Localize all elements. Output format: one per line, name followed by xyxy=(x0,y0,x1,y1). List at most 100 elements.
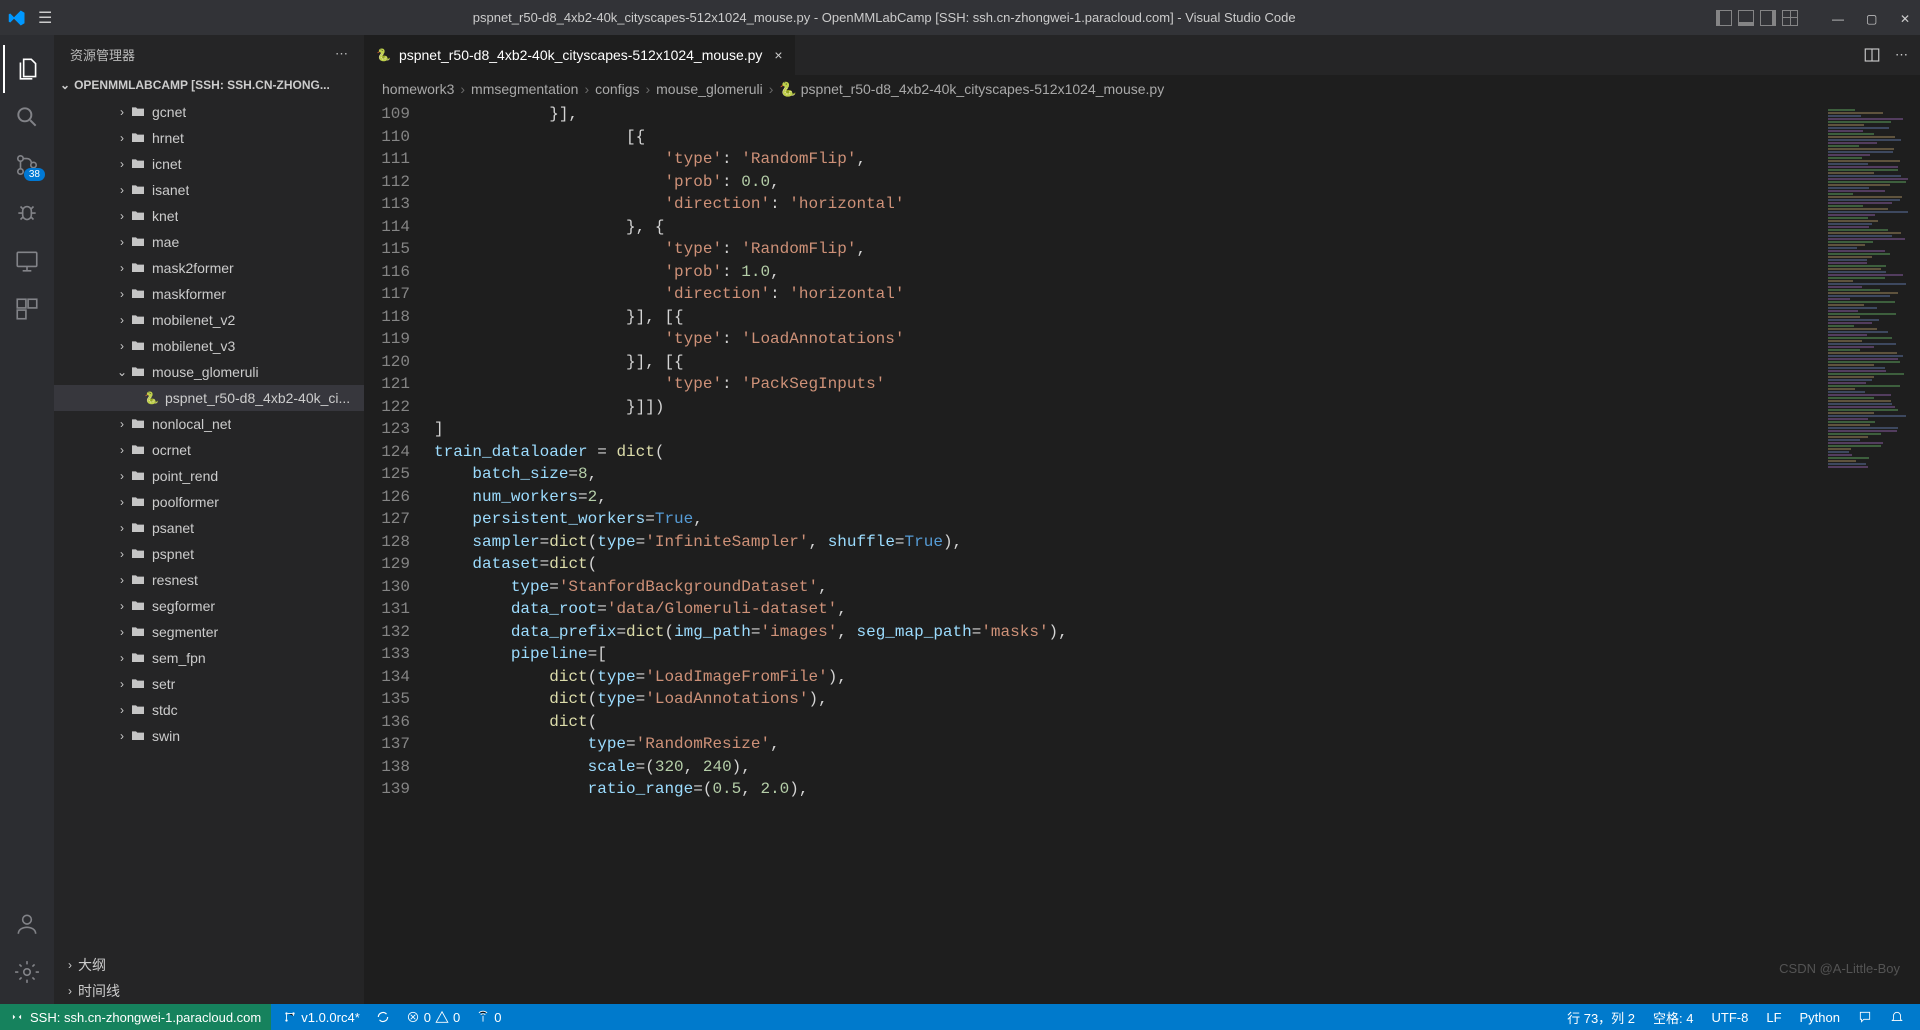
extensions-icon xyxy=(14,296,40,322)
panel-right-icon[interactable] xyxy=(1760,10,1776,26)
tree-label: pspnet xyxy=(152,546,194,562)
maximize-icon[interactable]: ▢ xyxy=(1866,12,1878,24)
tree-folder[interactable]: ›hrnet xyxy=(54,125,364,151)
activity-remote[interactable] xyxy=(3,237,51,285)
tree-folder[interactable]: ›knet xyxy=(54,203,364,229)
activity-search[interactable] xyxy=(3,93,51,141)
layout-controls[interactable] xyxy=(1716,10,1798,26)
folder-icon xyxy=(130,572,146,588)
close-icon[interactable]: ✕ xyxy=(1900,12,1912,24)
editor-tab[interactable]: 🐍 pspnet_r50-d8_4xb2-40k_cityscapes-512x… xyxy=(364,35,796,75)
tree-label: hrnet xyxy=(152,130,184,146)
outline-section[interactable]: › 大纲 xyxy=(54,952,364,978)
split-editor-icon[interactable] xyxy=(1863,46,1881,64)
breadcrumb[interactable]: homework3›mmsegmentation›configs›mouse_g… xyxy=(364,75,1920,103)
tree-folder[interactable]: ›maskformer xyxy=(54,281,364,307)
status-remote[interactable]: SSH: ssh.cn-zhongwei-1.paracloud.com xyxy=(0,1004,271,1030)
activity-settings[interactable] xyxy=(3,948,51,996)
sidebar-section[interactable]: ⌄ OPENMMLABCAMP [SSH: SSH.CN-ZHONG... xyxy=(54,73,364,97)
tree-folder[interactable]: ›nonlocal_net xyxy=(54,411,364,437)
tree-folder[interactable]: ›mobilenet_v3 xyxy=(54,333,364,359)
status-branch[interactable]: v1.0.0rc4* xyxy=(283,1010,360,1025)
status-eol[interactable]: LF xyxy=(1766,1010,1781,1025)
tree-folder[interactable]: ›mae xyxy=(54,229,364,255)
folder-icon xyxy=(130,208,146,224)
tree-file[interactable]: 🐍 pspnet_r50-d8_4xb2-40k_ci... xyxy=(54,385,364,411)
remote-label: SSH: ssh.cn-zhongwei-1.paracloud.com xyxy=(30,1010,261,1025)
tree-folder[interactable]: ⌄mouse_glomeruli xyxy=(54,359,364,385)
tree-label: point_rend xyxy=(152,468,218,484)
tree-folder[interactable]: ›mobilenet_v2 xyxy=(54,307,364,333)
tree-label: segformer xyxy=(152,598,215,614)
activity-debug[interactable] xyxy=(3,189,51,237)
tree-folder[interactable]: ›segmenter xyxy=(54,619,364,645)
breadcrumb-item[interactable]: homework3 xyxy=(382,81,454,97)
folder-icon xyxy=(130,416,146,432)
code-editor[interactable]: 1091101111121131141151161171181191201211… xyxy=(364,103,1920,1004)
tree-label: setr xyxy=(152,676,175,692)
more-icon[interactable]: ⋯ xyxy=(335,46,348,62)
breadcrumb-item[interactable]: mmsegmentation xyxy=(471,81,578,97)
panel-left-icon[interactable] xyxy=(1716,10,1732,26)
account-icon xyxy=(14,911,40,937)
status-problems[interactable]: 0 0 xyxy=(406,1010,460,1025)
menu-icon[interactable]: ☰ xyxy=(38,8,52,28)
folder-icon xyxy=(130,546,146,562)
file-tree: ›gcnet›hrnet›icnet›isanet›knet›mae›mask2… xyxy=(54,97,364,951)
breadcrumb-item[interactable]: 🐍 pspnet_r50-d8_4xb2-40k_cityscapes-512x… xyxy=(779,81,1164,98)
activity-explorer[interactable] xyxy=(3,45,51,93)
timeline-section[interactable]: › 时间线 xyxy=(54,978,364,1004)
tree-label: pspnet_r50-d8_4xb2-40k_ci... xyxy=(165,390,350,406)
tree-folder[interactable]: ›setr xyxy=(54,671,364,697)
tree-folder[interactable]: ›ocrnet xyxy=(54,437,364,463)
tree-folder[interactable]: ›mask2former xyxy=(54,255,364,281)
breadcrumb-item[interactable]: configs xyxy=(595,81,639,97)
bell-icon[interactable] xyxy=(1890,1010,1904,1024)
minimap[interactable] xyxy=(1822,103,1920,1004)
python-icon: 🐍 xyxy=(144,391,159,405)
tree-folder[interactable]: ›stdc xyxy=(54,697,364,723)
tree-folder[interactable]: ›swin xyxy=(54,723,364,749)
gear-icon xyxy=(14,959,40,985)
tree-label: mask2former xyxy=(152,260,234,276)
activity-bar: 38 xyxy=(0,35,54,1004)
status-ports[interactable]: 0 xyxy=(476,1010,501,1025)
code-content[interactable]: }], [{ 'type': 'RandomFlip', 'prob': 0.0… xyxy=(434,103,1822,1004)
tree-folder[interactable]: ›point_rend xyxy=(54,463,364,489)
timeline-label: 时间线 xyxy=(78,981,120,1001)
status-encoding[interactable]: UTF-8 xyxy=(1712,1010,1749,1025)
feedback-icon[interactable] xyxy=(1858,1010,1872,1024)
tree-folder[interactable]: ›psanet xyxy=(54,515,364,541)
tree-folder[interactable]: ›isanet xyxy=(54,177,364,203)
activity-account[interactable] xyxy=(3,900,51,948)
breadcrumb-item[interactable]: mouse_glomeruli xyxy=(656,81,763,97)
folder-icon xyxy=(130,156,146,172)
tabs-bar: 🐍 pspnet_r50-d8_4xb2-40k_cityscapes-512x… xyxy=(364,35,1920,75)
python-icon: 🐍 xyxy=(376,48,391,62)
status-language[interactable]: Python xyxy=(1800,1010,1840,1025)
tree-folder[interactable]: ›gcnet xyxy=(54,99,364,125)
tree-folder[interactable]: ›sem_fpn xyxy=(54,645,364,671)
tree-folder[interactable]: ›resnest xyxy=(54,567,364,593)
tree-label: gcnet xyxy=(152,104,186,120)
activity-extensions[interactable] xyxy=(3,285,51,333)
tree-label: isanet xyxy=(152,182,189,198)
tree-folder[interactable]: ›segformer xyxy=(54,593,364,619)
folder-icon xyxy=(130,702,146,718)
folder-icon xyxy=(130,104,146,120)
status-spaces[interactable]: 空格: 4 xyxy=(1653,1008,1693,1027)
more-actions-icon[interactable]: ⋯ xyxy=(1895,47,1908,63)
layout-grid-icon[interactable] xyxy=(1782,10,1798,26)
close-tab-icon[interactable]: × xyxy=(774,47,782,63)
status-sync[interactable] xyxy=(376,1010,390,1024)
error-icon xyxy=(406,1010,420,1024)
minimize-icon[interactable]: — xyxy=(1832,12,1844,24)
remote-icon xyxy=(10,1010,24,1024)
tree-folder[interactable]: ›poolformer xyxy=(54,489,364,515)
status-position[interactable]: 行 73，列 2 xyxy=(1567,1008,1635,1027)
sidebar-title: 资源管理器 xyxy=(70,45,135,64)
tree-folder[interactable]: ›pspnet xyxy=(54,541,364,567)
tree-folder[interactable]: ›icnet xyxy=(54,151,364,177)
panel-bottom-icon[interactable] xyxy=(1738,10,1754,26)
activity-scm[interactable]: 38 xyxy=(3,141,51,189)
